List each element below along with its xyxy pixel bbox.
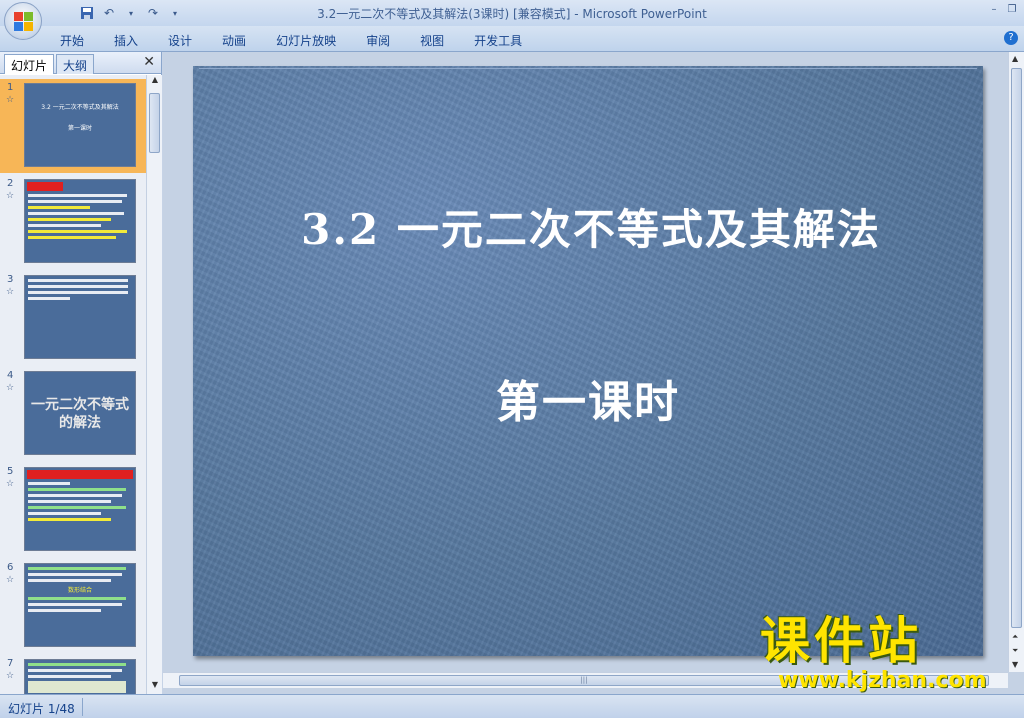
slide-canvas[interactable]: 3.2 一元二次不等式及其解法 第一课时	[193, 66, 983, 656]
scroll-thumb[interactable]	[149, 93, 160, 153]
slide-number: 2	[7, 178, 14, 189]
maximize-icon[interactable]: ❐	[1004, 2, 1020, 16]
thumb-text-lines	[28, 663, 132, 693]
slide-number: 5	[7, 466, 14, 477]
tab-outline[interactable]: 大纲	[56, 54, 95, 74]
slide-title[interactable]: 3.2 一元二次不等式及其解法	[201, 196, 981, 257]
animation-star-icon: ☆	[6, 191, 15, 201]
thumb-subtitle: 第一课时	[67, 125, 92, 132]
slide-subtitle[interactable]: 第一课时	[193, 366, 983, 430]
tab-slideshow[interactable]: 幻灯片放映	[264, 30, 348, 51]
tab-review[interactable]: 审阅	[354, 30, 402, 51]
slide-thumbnail[interactable]	[24, 179, 136, 263]
thumbnail-row[interactable]: 1 ☆ 3.2 一元二次不等式及其解法 第一课时	[0, 79, 146, 173]
window-title: 3.2一元二次不等式及其解法(3课时) [兼容模式] - Microsoft P…	[317, 7, 707, 21]
slide-thumbnail[interactable]: 一元二次不等式的解法	[24, 371, 136, 455]
tab-developer[interactable]: 开发工具	[462, 30, 534, 51]
animation-star-icon: ☆	[6, 575, 15, 585]
thumbnail-row[interactable]: 7 ☆	[0, 655, 146, 694]
status-divider	[82, 698, 83, 716]
animation-star-icon: ☆	[6, 95, 15, 105]
thumb-text-lines	[28, 279, 132, 300]
tab-slides[interactable]: 幻灯片	[4, 54, 55, 74]
thumb-highlight: 数形结合	[67, 587, 92, 594]
slide-number: 4	[7, 370, 14, 381]
animation-star-icon: ☆	[6, 383, 15, 393]
slide-number: 1	[7, 82, 14, 93]
thumbnail-scrollbar[interactable]: ▲ ▼	[146, 75, 162, 694]
thumbnail-row[interactable]: 5 ☆	[0, 463, 146, 557]
thumb-big-title: 一元二次不等式的解法	[31, 397, 129, 431]
scroll-thumb[interactable]	[1011, 68, 1022, 628]
minimize-icon[interactable]: –	[986, 2, 1002, 16]
tab-design[interactable]: 设计	[156, 30, 204, 51]
slide-thumbnail[interactable]	[24, 659, 136, 694]
slide-number: 6	[7, 562, 14, 573]
slide-number: 3	[7, 274, 14, 285]
animation-star-icon: ☆	[6, 479, 15, 489]
slides-pane: 幻灯片 大纲 ✕ 1 ☆ 3.2 一元二次不等式及其解法 第一课时 2 ☆ 3 …	[0, 52, 162, 694]
thumb-red-label	[27, 182, 63, 191]
scroll-up-icon[interactable]: ▲	[1012, 54, 1018, 63]
slide-number: 7	[7, 658, 14, 669]
slide-count: 幻灯片 1/48	[8, 702, 75, 716]
watermark-url: www.kjzhan.com	[778, 668, 987, 693]
scroll-up-icon[interactable]: ▲	[147, 75, 163, 89]
close-icon[interactable]: ✕	[143, 54, 155, 70]
thumbnail-list: 1 ☆ 3.2 一元二次不等式及其解法 第一课时 2 ☆ 3 ☆ 4 ☆ 一元二…	[0, 75, 146, 694]
slide-thumbnail[interactable]	[24, 467, 136, 551]
slide-thumbnail[interactable]	[24, 275, 136, 359]
thumb-text-lines	[28, 194, 132, 239]
tab-home[interactable]: 开始	[48, 30, 96, 51]
pane-tabs: 幻灯片 大纲 ✕	[0, 52, 161, 74]
window-controls: – ❐	[986, 2, 1020, 16]
status-bar: 幻灯片 1/48	[0, 694, 1024, 718]
scroll-down-icon[interactable]: ▼	[147, 680, 163, 694]
slide-editor: 3.2 一元二次不等式及其解法 第一课时 ▲ ⏶ ⏷ ▼ |||	[163, 52, 1024, 694]
editor-vertical-scrollbar[interactable]: ▲ ⏶ ⏷ ▼	[1008, 52, 1024, 672]
office-button[interactable]	[4, 2, 42, 40]
animation-star-icon: ☆	[6, 287, 15, 297]
watermark-logo: 课件站 www.kjzhan.com	[760, 614, 1020, 694]
help-icon[interactable]: ?	[1004, 31, 1018, 45]
thumb-text-lines	[28, 597, 132, 612]
office-logo-icon	[14, 12, 34, 32]
thumbnail-row[interactable]: 2 ☆	[0, 175, 146, 269]
thumb-red-label	[27, 470, 133, 479]
tab-insert[interactable]: 插入	[102, 30, 150, 51]
thumbnail-row[interactable]: 4 ☆ 一元二次不等式的解法	[0, 367, 146, 461]
slide-thumbnail[interactable]: 数形结合	[24, 563, 136, 647]
slide-thumbnail[interactable]: 3.2 一元二次不等式及其解法 第一课时	[24, 83, 136, 167]
slide-top-line	[199, 68, 977, 69]
thumb-text-lines	[28, 567, 132, 582]
thumbnail-row[interactable]: 6 ☆ 数形结合	[0, 559, 146, 653]
thumb-text-lines	[28, 482, 132, 521]
tab-animations[interactable]: 动画	[210, 30, 258, 51]
animation-star-icon: ☆	[6, 671, 15, 681]
thumb-title: 3.2 一元二次不等式及其解法	[41, 104, 119, 111]
ribbon-tabs: 开始 插入 设计 动画 幻灯片放映 审阅 视图 开发工具	[48, 30, 540, 51]
tab-view[interactable]: 视图	[408, 30, 456, 51]
title-bar: ↶ ▾ ↷ ▾ 3.2一元二次不等式及其解法(3课时) [兼容模式] - Mic…	[0, 0, 1024, 40]
watermark-text: 课件站	[760, 612, 922, 670]
ribbon: 开始 插入 设计 动画 幻灯片放映 审阅 视图 开发工具 ?	[0, 26, 1024, 52]
thumbnail-row[interactable]: 3 ☆	[0, 271, 146, 365]
